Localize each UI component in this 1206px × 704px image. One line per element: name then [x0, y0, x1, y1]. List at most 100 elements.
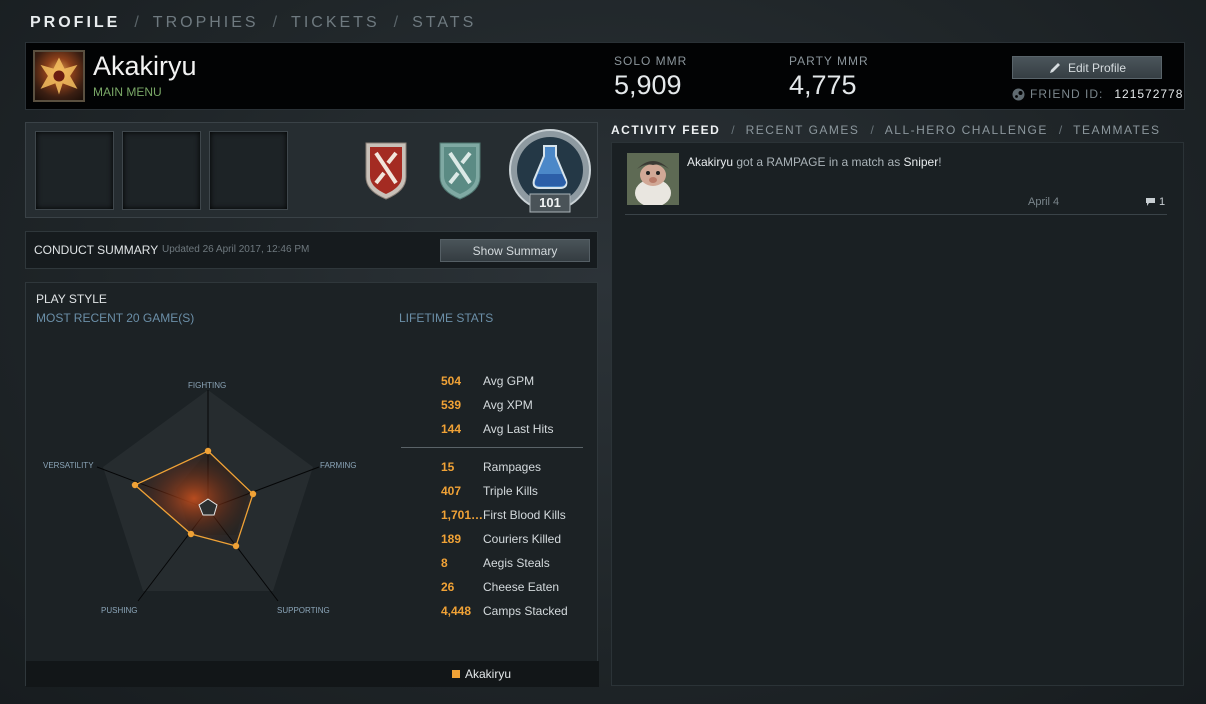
radar-point-fighting [204, 447, 212, 455]
party-mmr-value: 4,775 [789, 70, 857, 100]
stat-first-blood-kills: 1,701… First Blood Kills [441, 508, 621, 524]
nav-separator: / [1058, 123, 1063, 137]
feed-nav: ACTIVITY FEED / RECENT GAMES / ALL-HERO … [611, 123, 1160, 137]
tab-trophies[interactable]: TROPHIES [153, 14, 259, 32]
feed-message-suffix: ! [938, 155, 942, 169]
stat-triple-kills: 407 Triple Kills [441, 484, 621, 500]
comment-count-button[interactable]: 1 [1146, 196, 1165, 208]
tab-stats[interactable]: STATS [412, 14, 476, 32]
legend-item: Akakiryu [452, 667, 511, 681]
feed-message-text: got a RAMPAGE in a match as [733, 155, 904, 169]
lifetime-stats-label: LIFETIME STATS [399, 311, 494, 325]
friend-id: FRIEND ID: 121572778 [1012, 87, 1183, 101]
stat-value: 504 [441, 374, 462, 388]
level-value: 101 [539, 195, 561, 210]
radar-point-farming [249, 490, 257, 498]
sniper-hero-icon [627, 153, 679, 207]
conduct-summary: CONDUCT SUMMARY Updated 26 April 2017, 1… [25, 231, 598, 269]
top-nav: PROFILE / TROPHIES / TICKETS / STATS [30, 14, 476, 32]
stat-value: 144 [441, 422, 462, 436]
stat-label: Camps Stacked [483, 604, 568, 618]
stat-value: 539 [441, 398, 462, 412]
stat-aegis-steals: 8 Aegis Steals [441, 556, 621, 572]
stat-label: First Blood Kills [483, 508, 566, 522]
tab-tickets[interactable]: TICKETS [291, 14, 380, 32]
stat-rampages: 15 Rampages [441, 460, 621, 476]
feed-player-link[interactable]: Akakiryu [687, 155, 733, 169]
comment-icon [1146, 198, 1155, 206]
nav-separator: / [393, 14, 399, 31]
play-style-panel: PLAY STYLE MOST RECENT 20 GAME(S) LIFETI… [25, 282, 599, 687]
edit-profile-label: Edit Profile [1067, 60, 1127, 75]
feed-item: Akakiryu got a RAMPAGE in a match as Sni… [625, 152, 1167, 215]
edit-profile-button[interactable]: Edit Profile [1012, 56, 1162, 79]
stat-value: 407 [441, 484, 462, 498]
feed-date: April 4 [1028, 196, 1060, 208]
legend-label: Akakiryu [465, 667, 512, 681]
feed-hero-link[interactable]: Sniper [904, 155, 939, 169]
pencil-icon [1049, 62, 1060, 73]
tab-profile[interactable]: PROFILE [30, 14, 120, 32]
stat-cheese-eaten: 26 Cheese Eaten [441, 580, 621, 596]
stat-camps-stacked: 4,448 Camps Stacked [441, 604, 621, 620]
chart-legend-bar: Akakiryu [26, 661, 599, 687]
tab-teammates[interactable]: TEAMMATES [1073, 123, 1160, 137]
stat-label: Avg Last Hits [483, 422, 554, 436]
stat-value: 26 [441, 580, 455, 594]
showcase-slot[interactable] [122, 131, 201, 210]
dota-plus-red-shield-icon [365, 142, 407, 200]
friend-id-value: 121572778 [1114, 87, 1184, 101]
legend-swatch [452, 670, 460, 678]
avatar[interactable] [33, 50, 85, 102]
radar-label-farming: FARMING [320, 461, 357, 470]
stat-avg-xpm: 539 Avg XPM [441, 398, 621, 414]
stat-value: 1,701… [441, 508, 484, 522]
radar-point-pushing [187, 530, 195, 538]
stat-avg-last-hits: 144 Avg Last Hits [441, 422, 621, 438]
radar-label-fighting: FIGHTING [188, 381, 227, 390]
conduct-updated: Updated 26 April 2017, 12:46 PM [162, 244, 310, 255]
showcase-slot[interactable] [35, 131, 114, 210]
radar-label-supporting: SUPPORTING [277, 606, 330, 615]
stat-value: 15 [441, 460, 455, 474]
stat-couriers-killed: 189 Couriers Killed [441, 532, 621, 548]
radar-label-pushing: PUSHING [101, 606, 138, 615]
feed-message: Akakiryu got a RAMPAGE in a match as Sni… [687, 155, 942, 169]
show-summary-button[interactable]: Show Summary [440, 239, 590, 262]
stat-avg-gpm: 504 Avg GPM [441, 374, 621, 390]
stat-value: 8 [441, 556, 448, 570]
stat-label: Aegis Steals [483, 556, 550, 570]
level-badge: 101 [508, 128, 592, 214]
friend-id-label: FRIEND ID: [1030, 87, 1104, 101]
solo-mmr-label: SOLO MMR [614, 54, 688, 68]
solo-mmr-value: 5,909 [614, 70, 682, 100]
stat-label: Cheese Eaten [483, 580, 560, 594]
comment-count: 1 [1159, 196, 1166, 208]
tab-activity-feed[interactable]: ACTIVITY FEED [611, 123, 720, 137]
party-mmr-label: PARTY MMR [789, 54, 869, 68]
main-menu-link[interactable]: MAIN MENU [93, 85, 162, 99]
tab-recent-games[interactable]: RECENT GAMES [746, 123, 860, 137]
steam-icon [1012, 88, 1025, 100]
tab-all-hero-challenge[interactable]: ALL-HERO CHALLENGE [885, 123, 1048, 137]
stat-label: Avg XPM [483, 398, 533, 412]
avatar-emblem-icon [40, 57, 78, 95]
stats-divider [401, 447, 583, 448]
radar-label-versatility: VERSATILITY [43, 461, 94, 470]
radar-point-supporting [232, 542, 240, 550]
radar-point-versatility [131, 481, 139, 489]
stat-value: 4,448 [441, 604, 472, 618]
stat-label: Couriers Killed [483, 532, 562, 546]
showcase-panel: 101 [25, 122, 598, 218]
playstyle-radar-chart [96, 390, 320, 602]
nav-separator: / [272, 14, 278, 31]
showcase-slot[interactable] [209, 131, 288, 210]
stat-label: Avg GPM [483, 374, 535, 388]
dota-teal-shield-icon [439, 142, 481, 200]
stat-label: Triple Kills [483, 484, 538, 498]
profile-header: Akakiryu MAIN MENU SOLO MMR 5,909 PARTY … [25, 42, 1185, 110]
nav-separator: / [731, 123, 735, 137]
hero-portrait[interactable] [627, 153, 679, 207]
stat-label: Rampages [483, 460, 542, 474]
activity-feed: Akakiryu got a RAMPAGE in a match as Sni… [611, 142, 1184, 686]
